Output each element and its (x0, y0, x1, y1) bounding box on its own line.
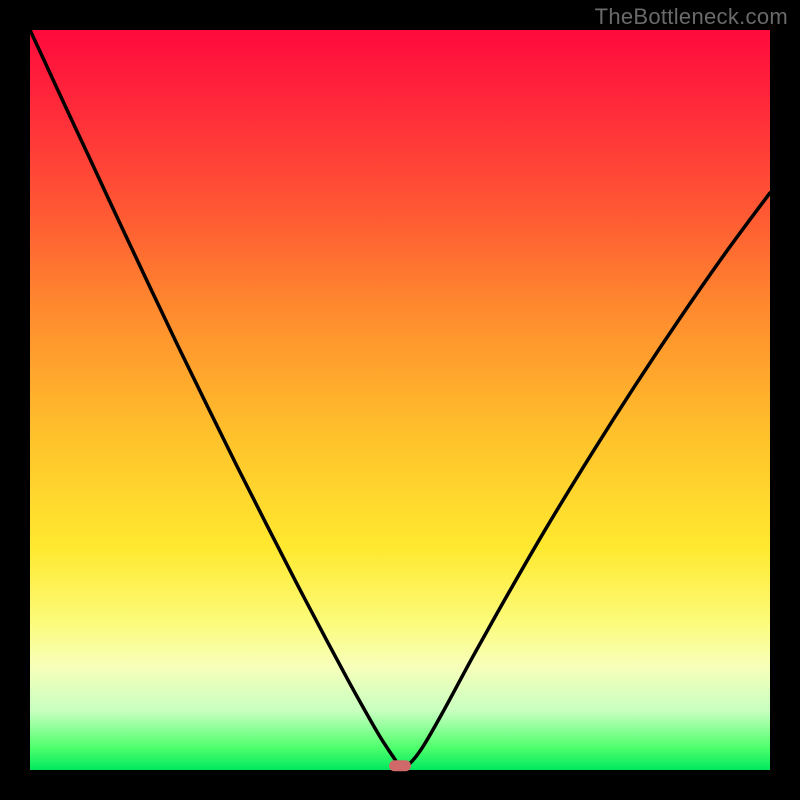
bottleneck-curve (30, 30, 770, 767)
chart-frame: TheBottleneck.com (0, 0, 800, 800)
plot-area (30, 30, 770, 770)
minimum-marker (389, 760, 411, 771)
watermark-text: TheBottleneck.com (595, 4, 788, 30)
chart-svg (30, 30, 770, 770)
